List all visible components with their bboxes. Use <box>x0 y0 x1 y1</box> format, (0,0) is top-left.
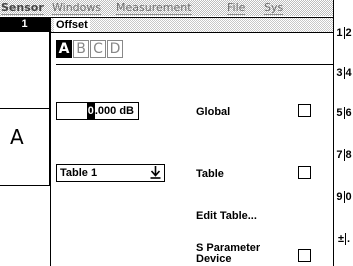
channel-box <box>0 108 50 186</box>
tab-a[interactable]: A <box>56 40 72 58</box>
softkey-3-4[interactable]: 34 <box>334 52 353 94</box>
channel-number: 1 <box>0 17 49 32</box>
global-checkbox[interactable] <box>298 104 311 117</box>
s-parameter-checkbox[interactable] <box>298 249 311 262</box>
softkey-sign-decimal[interactable]: ±. <box>334 218 353 260</box>
offset-dialog: Offset A B C D 0.000 dB Table 1 Global T… <box>50 17 333 266</box>
global-label: Global <box>196 106 231 118</box>
table-label: Table <box>196 168 224 180</box>
menu-system[interactable]: Sys <box>263 0 284 16</box>
s-parameter-label-2: Device <box>196 253 232 265</box>
edit-table-button[interactable]: Edit Table... <box>196 210 257 222</box>
edit-cursor: 0 <box>86 103 95 119</box>
menu-file[interactable]: File <box>226 0 246 16</box>
sensor-tabs: A B C D <box>56 40 124 60</box>
dialog-title-bar: Offset <box>51 18 333 33</box>
table-select[interactable]: Table 1 <box>56 164 165 182</box>
table-select-value: Table 1 <box>60 167 98 179</box>
menu-measurement[interactable]: Measurement <box>115 0 193 16</box>
softkey-5-6[interactable]: 56 <box>334 92 353 134</box>
offset-value-rest: .000 dB <box>94 105 134 117</box>
table-checkbox[interactable] <box>298 166 311 179</box>
tab-b[interactable]: B <box>73 40 89 58</box>
download-arrow-icon <box>150 166 161 182</box>
menu-windows[interactable]: Windows <box>51 0 102 16</box>
softkey-1-2[interactable]: 12 <box>334 12 353 54</box>
tab-d[interactable]: D <box>107 40 123 58</box>
softkey-9-0[interactable]: 90 <box>334 176 353 218</box>
menu-bar: Sensor Windows Measurement File Sys <box>0 0 333 16</box>
dialog-title: Offset <box>54 18 90 32</box>
offset-value-field[interactable]: 0.000 dB <box>56 102 139 120</box>
tab-divider <box>56 64 333 65</box>
menu-sensor[interactable]: Sensor <box>0 0 45 16</box>
softkey-column: 12 34 56 78 90 ±. <box>333 0 353 266</box>
tab-c[interactable]: C <box>90 40 106 58</box>
softkey-7-8[interactable]: 78 <box>334 134 353 176</box>
channel-letter: A <box>10 125 24 149</box>
